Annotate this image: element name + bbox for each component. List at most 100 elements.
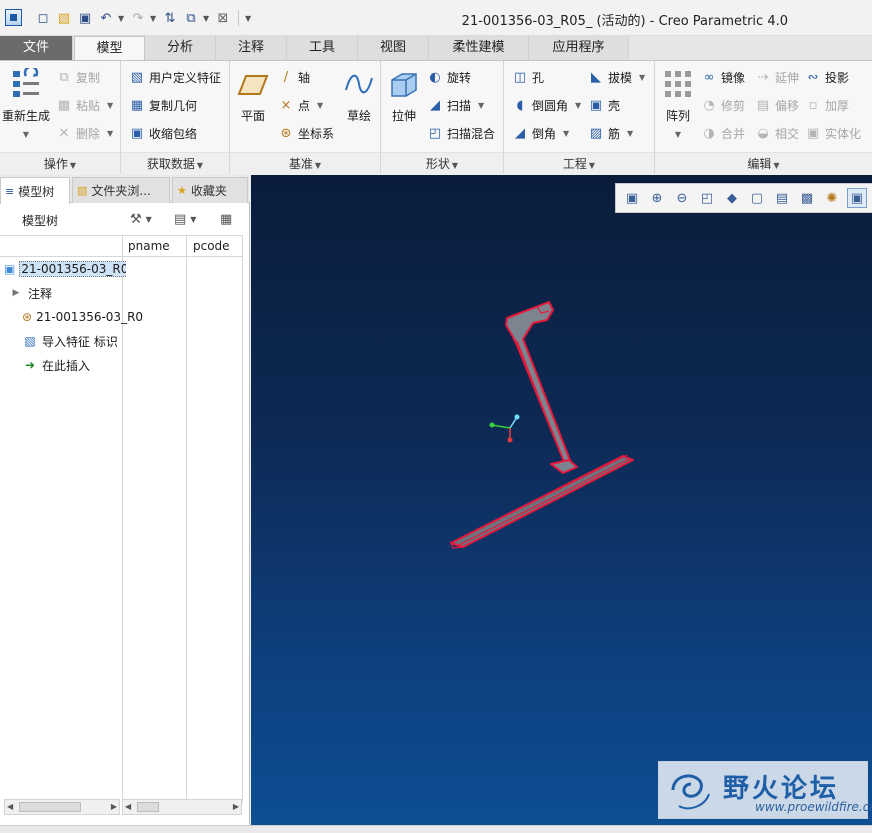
windows-icon[interactable]: ⧉ <box>182 9 200 27</box>
sketch-button[interactable]: 草绘 <box>340 67 378 124</box>
tab-model[interactable]: 模型 <box>74 36 145 61</box>
group-label-engineering[interactable]: 工程 ▼ <box>504 152 654 174</box>
group-label-datum[interactable]: 基准 ▼ <box>230 152 380 174</box>
intersect-button[interactable]: ◒ 相交 <box>755 123 799 143</box>
tab-view[interactable]: 视图 <box>358 36 429 60</box>
regenerate-button[interactable]: 重新生成 ▼ <box>2 67 50 139</box>
column-pname[interactable]: pname <box>128 239 170 253</box>
scroll-right-icon[interactable]: ▶ <box>233 802 239 811</box>
group-label-editing[interactable]: 编辑 ▼ <box>655 152 872 174</box>
pattern-dropdown-icon[interactable]: ▼ <box>675 130 681 139</box>
expand-triangle-icon[interactable]: ▶ <box>8 285 24 301</box>
status-bar <box>0 825 872 833</box>
save-icon[interactable]: ▣ <box>76 9 94 27</box>
copy-button[interactable]: ⧉ 复制 <box>56 67 100 87</box>
csys-button[interactable]: ⊛ 坐标系 <box>278 123 334 143</box>
model-geometry[interactable] <box>251 175 872 825</box>
delete-dropdown-icon[interactable]: ▼ <box>107 129 113 138</box>
extrude-button[interactable]: 拉伸 <box>385 67 423 124</box>
tab-applications[interactable]: 应用程序 <box>529 36 629 60</box>
tab-analysis[interactable]: 分析 <box>145 36 216 60</box>
round-button[interactable]: ◖ 倒圆角 ▼ <box>512 95 582 115</box>
round-dropdown-icon[interactable]: ▼ <box>575 101 581 110</box>
regenerate-quick-icon[interactable]: ⇅ <box>161 9 179 27</box>
close-window-icon[interactable]: ⊠ <box>214 9 232 27</box>
columns-horizontal-scrollbar[interactable]: ◀ ▶ <box>122 799 242 815</box>
sweep-icon: ◢ <box>430 97 440 113</box>
plane-button[interactable]: 平面 <box>234 67 272 124</box>
revolve-button[interactable]: ◐ 旋转 <box>427 67 471 87</box>
group-label-operations[interactable]: 操作 ▼ <box>0 152 120 174</box>
tree-settings-button[interactable]: ⚒ ▼ <box>130 210 152 228</box>
chamfer-button[interactable]: ◢ 倒角 ▼ <box>512 123 569 143</box>
sweep-dropdown-icon[interactable]: ▼ <box>478 101 484 110</box>
column-divider[interactable] <box>242 235 243 803</box>
extend-button[interactable]: ⇢ 延伸 <box>755 67 799 87</box>
tree-node-annotations[interactable]: ▶ 注释 <box>8 283 130 303</box>
project-button[interactable]: ∾ 投影 <box>805 67 849 87</box>
scroll-right-icon[interactable]: ▶ <box>111 802 117 811</box>
axis-button[interactable]: / 轴 <box>278 67 310 87</box>
customize-toolbar-icon[interactable]: ▼ <box>245 14 253 23</box>
trim-button[interactable]: ◔ 修剪 <box>701 95 745 115</box>
solidify-button[interactable]: ▣ 实体化 <box>805 123 861 143</box>
mirror-button[interactable]: ∞ 镜像 <box>701 67 745 87</box>
tree-node-insert-here[interactable]: ➜ 在此插入 <box>22 355 144 375</box>
rib-dropdown-icon[interactable]: ▼ <box>627 129 633 138</box>
paste-dropdown-icon[interactable]: ▼ <box>107 101 113 110</box>
new-file-icon[interactable]: ◻ <box>34 9 52 27</box>
column-divider[interactable] <box>186 235 187 803</box>
paste-button[interactable]: ▩ 粘贴 ▼ <box>56 95 113 115</box>
graphics-window[interactable]: ▣ ⊕ ⊖ ◰ ◆ ▢ ▤ ▩ ✺ ▣ 野火论坛 www.proewildfir… <box>251 175 872 825</box>
chamfer-dropdown-icon[interactable]: ▼ <box>563 129 569 138</box>
model-tree-icon: ≡ <box>5 184 15 198</box>
scroll-left-icon[interactable]: ◀ <box>7 802 13 811</box>
delete-button[interactable]: ✕ 删除 ▼ <box>56 123 114 143</box>
sweep-button[interactable]: ◢ 扫描 ▼ <box>427 95 484 115</box>
offset-button[interactable]: ▤ 偏移 <box>755 95 799 115</box>
tab-favorites[interactable]: ★ 收藏夹 <box>172 177 248 203</box>
thicken-button[interactable]: ▫ 加厚 <box>805 95 849 115</box>
scroll-left-icon[interactable]: ◀ <box>125 802 131 811</box>
group-label-get-data[interactable]: 获取数据 ▼ <box>121 152 229 174</box>
merge-button[interactable]: ◑ 合并 <box>701 123 745 143</box>
point-button[interactable]: × 点 ▼ <box>278 95 324 115</box>
shrinkwrap-button[interactable]: ▣ 收缩包络 <box>129 123 197 143</box>
group-label-shape[interactable]: 形状 ▼ <box>381 152 503 174</box>
windows-dropdown-icon[interactable]: ▼ <box>203 14 211 23</box>
draft-dropdown-icon[interactable]: ▼ <box>639 73 645 82</box>
tab-folder-browser[interactable]: ▧ 文件夹浏... <box>72 177 170 203</box>
tree-filter-button[interactable]: ▦ <box>220 210 232 228</box>
hole-button[interactable]: ◫ 孔 <box>512 67 544 87</box>
creo-app-icon[interactable] <box>5 9 22 26</box>
open-folder-icon[interactable]: ▧ <box>55 9 73 27</box>
shell-button[interactable]: ▣ 壳 <box>588 95 620 115</box>
scrollbar-thumb[interactable] <box>137 802 159 812</box>
tree-node-csys[interactable]: ⊛ 21-001356-03_R05 <box>22 307 144 327</box>
rib-button[interactable]: ▨ 筋 ▼ <box>588 123 633 143</box>
pattern-button[interactable]: 阵列 ▼ <box>659 67 697 139</box>
tree-node-import-feature[interactable]: ▧ 导入特征 标识 <box>22 331 144 351</box>
swept-blend-button[interactable]: ◰ 扫描混合 <box>427 123 495 143</box>
tree-columns-button[interactable]: ▤ ▼ <box>174 210 196 228</box>
udf-button[interactable]: ▧ 用户定义特征 <box>129 67 221 87</box>
tree-horizontal-scrollbar[interactable]: ◀ ▶ <box>4 799 120 815</box>
regenerate-dropdown-icon[interactable]: ▼ <box>23 130 29 139</box>
tab-annotate[interactable]: 注释 <box>216 36 287 60</box>
project-icon: ∾ <box>807 69 819 85</box>
undo-icon[interactable]: ↶ <box>97 9 115 27</box>
tab-flexible-modeling[interactable]: 柔性建模 <box>429 36 529 60</box>
tab-model-tree[interactable]: ≡ 模型树 <box>0 177 70 204</box>
point-dropdown-icon[interactable]: ▼ <box>317 101 323 110</box>
tab-tools[interactable]: 工具 <box>287 36 358 60</box>
draft-button[interactable]: ◣ 拔模 ▼ <box>588 67 645 87</box>
chevron-down-icon: ▼ <box>69 161 77 170</box>
copy-geometry-button[interactable]: ▦ 复制几何 <box>129 95 197 115</box>
scrollbar-thumb[interactable] <box>19 802 81 812</box>
redo-dropdown-icon[interactable]: ▼ <box>150 14 158 23</box>
tree-node-part[interactable]: ▣ 21-001356-03_R05 <box>4 259 126 279</box>
column-pcode[interactable]: pcode <box>193 239 230 253</box>
tab-file[interactable]: 文件 <box>0 36 73 60</box>
undo-dropdown-icon[interactable]: ▼ <box>118 14 126 23</box>
redo-icon[interactable]: ↷ <box>129 9 147 27</box>
